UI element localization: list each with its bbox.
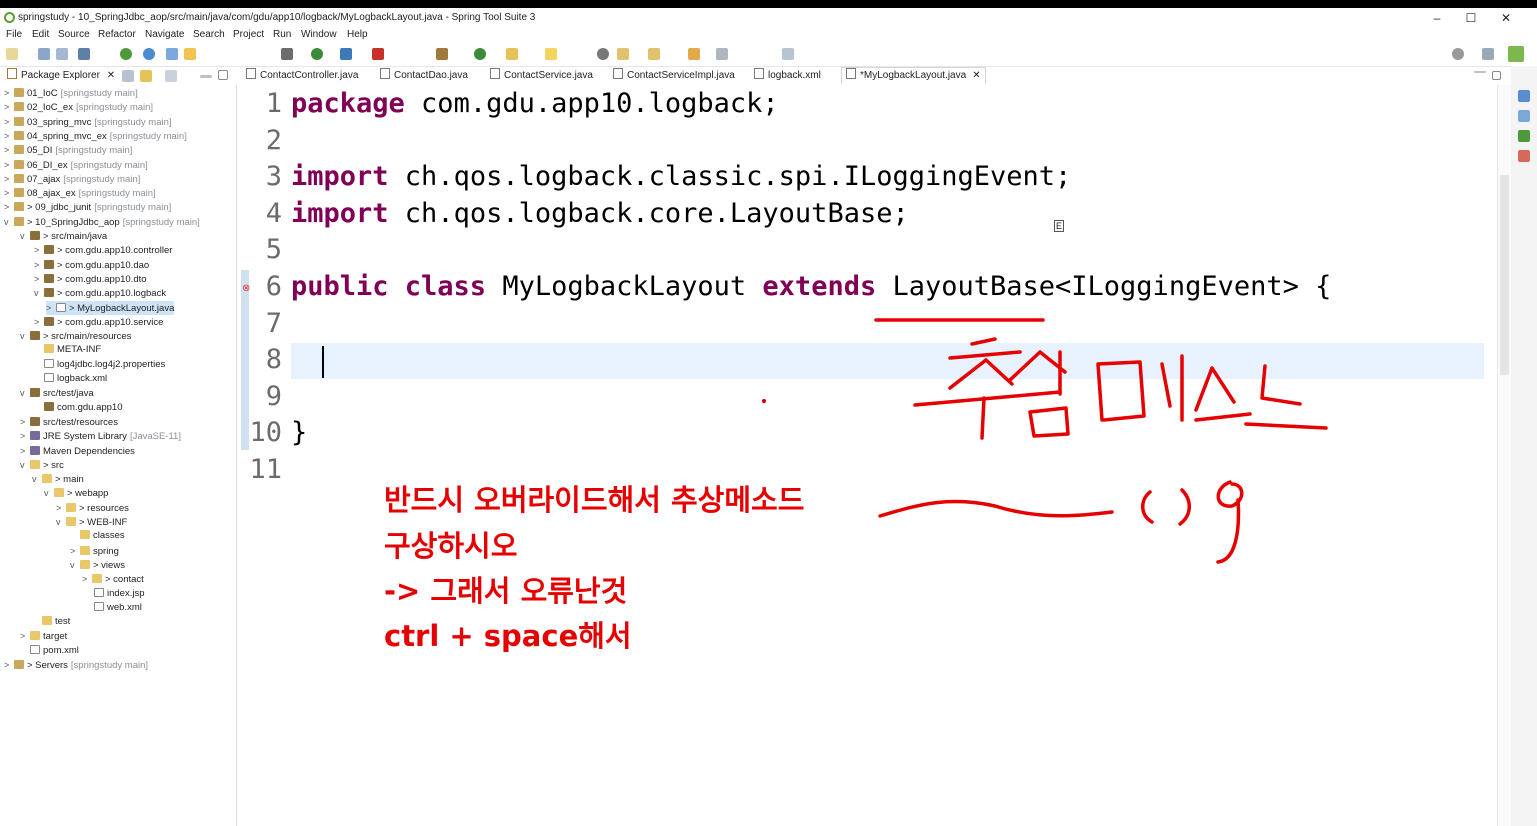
annotation-note-3: -> 그래서 오류난것 bbox=[384, 574, 628, 608]
handwriting-paren-close bbox=[1178, 488, 1191, 526]
annotation-note-1: 반드시 오버라이드해서 추상메소드 bbox=[384, 483, 805, 517]
handwritten-annotations bbox=[762, 318, 1328, 564]
handwriting-paren-open bbox=[1141, 490, 1154, 524]
handwriting-g bbox=[1216, 480, 1244, 564]
handwriting-stroke-4 bbox=[1194, 364, 1328, 430]
stray-dot bbox=[762, 399, 766, 403]
handwriting-wave bbox=[878, 499, 1114, 518]
annotation-note-2: 구상하시오 bbox=[384, 529, 518, 563]
handwriting-stroke-3 bbox=[1096, 354, 1184, 422]
annotation-note-4: ctrl + space해서 bbox=[384, 619, 632, 653]
